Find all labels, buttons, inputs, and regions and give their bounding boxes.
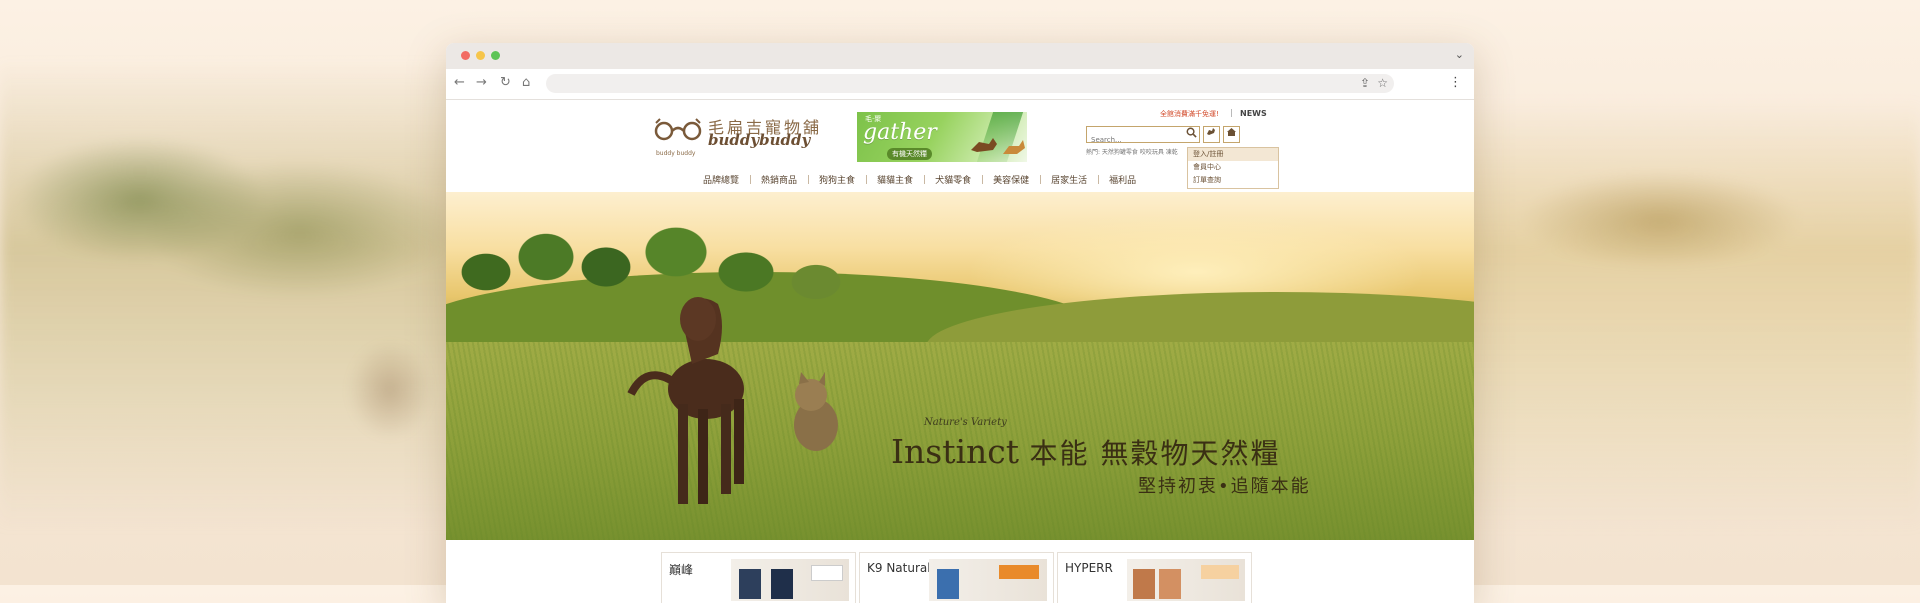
ziwi-logo-icon	[811, 565, 843, 581]
nav-item-snacks[interactable]: 犬貓零食	[924, 173, 982, 186]
back-icon[interactable]: ←	[454, 75, 465, 91]
brand-name: K9 Natural	[867, 561, 931, 575]
product-pack	[937, 569, 959, 599]
hero-headline: Instinct 本能 無穀物天然糧	[891, 432, 1280, 472]
maximize-window-button[interactable]	[491, 51, 500, 60]
house-icon[interactable]	[1223, 126, 1240, 143]
search-input[interactable]	[1087, 132, 1183, 148]
search-box	[1086, 126, 1200, 148]
member-dog-icon[interactable]	[1203, 126, 1220, 143]
product-pack	[771, 569, 793, 599]
banner-pill: 有機天然糧	[887, 148, 932, 160]
nav-item-home[interactable]: 居家生活	[1040, 173, 1098, 186]
forward-icon[interactable]: →	[476, 75, 487, 91]
hero-tagline: 堅持初衷•追隨本能	[1138, 476, 1311, 497]
hot-keywords[interactable]: 熱門: 天然狗罐零食 咬咬玩具 凍乾	[1086, 147, 1178, 156]
share-icon[interactable]: ⇪	[1360, 76, 1370, 90]
nav-item-outlet[interactable]: 福利品	[1098, 173, 1147, 186]
brand-product-image	[1127, 559, 1245, 601]
blurred-dog	[330, 320, 450, 460]
menu-item-login[interactable]: 登入/註冊	[1188, 148, 1278, 161]
chevron-down-icon[interactable]: ⌄	[1455, 48, 1464, 61]
nav-item-dog-food[interactable]: 狗狗主食	[808, 173, 866, 186]
close-window-button[interactable]	[461, 51, 470, 60]
site-header: 毛扁吉寵物舖 buddybuddy buddy buddy 毛·聚 gather…	[446, 100, 1474, 192]
logo-icon[interactable]	[652, 115, 704, 151]
hero-headline-english: Instinct	[891, 432, 1020, 471]
browser-menu-icon[interactable]: ⋮	[1449, 75, 1462, 90]
logo-english[interactable]: buddybuddy	[708, 131, 810, 149]
blurred-landscape-right	[1460, 100, 1920, 530]
title-bar: ⌄	[446, 43, 1474, 69]
brand-card[interactable]: K9 Natural	[859, 552, 1054, 603]
gather-banner[interactable]: 毛·聚 gather 有機天然糧	[857, 112, 1027, 162]
brand-card[interactable]: HYPERR	[1057, 552, 1252, 603]
brand-strip: 巔峰 K9 Natural HYPERR	[661, 552, 1252, 603]
address-bar[interactable]: ⇪ ☆	[546, 74, 1394, 93]
minimize-window-button[interactable]	[476, 51, 485, 60]
k9-logo-icon	[999, 565, 1039, 579]
nav-item-brands[interactable]: 品牌總覽	[692, 173, 750, 186]
brand-name: HYPERR	[1065, 561, 1113, 575]
dog-cat-illustration-icon	[971, 138, 1025, 154]
search-icon[interactable]	[1186, 127, 1197, 141]
account-dropdown: 登入/註冊 會員中心 訂單查詢	[1187, 147, 1279, 189]
logo-subtext: buddy buddy	[656, 150, 696, 157]
product-pack	[1159, 569, 1181, 599]
promo-text[interactable]: 全館消費滿千免運!	[1160, 109, 1219, 119]
banner-title: gather	[863, 120, 937, 145]
nav-item-cat-food[interactable]: 貓貓主食	[866, 173, 924, 186]
brand-product-image	[929, 559, 1047, 601]
browser-toolbar: ← → ↻ ⌂ ⇪ ☆ ⋮	[446, 69, 1474, 100]
product-pack	[739, 569, 761, 599]
header-separator: |	[1230, 108, 1233, 117]
hero-headline-chinese: 本能 無穀物天然糧	[1029, 437, 1281, 470]
product-pack	[1133, 569, 1155, 599]
hero-brand-logo: Nature's Variety	[924, 417, 1007, 428]
news-link[interactable]: NEWS	[1240, 109, 1267, 118]
home-icon[interactable]: ⌂	[522, 75, 530, 91]
nav-item-hot[interactable]: 熱銷商品	[750, 173, 808, 186]
reload-icon[interactable]: ↻	[500, 75, 511, 91]
bookmark-icon[interactable]: ☆	[1377, 76, 1388, 90]
hyperr-logo-icon	[1201, 565, 1239, 579]
web-page: 毛扁吉寵物舖 buddybuddy buddy buddy 毛·聚 gather…	[446, 100, 1474, 603]
cat-illustration	[794, 372, 838, 451]
hero-banner[interactable]: Nature's Variety Instinct 本能 無穀物天然糧 堅持初衷…	[446, 192, 1474, 540]
menu-item-member-center[interactable]: 會員中心	[1188, 161, 1278, 174]
nav-item-care[interactable]: 美容保健	[982, 173, 1040, 186]
brand-product-image	[731, 559, 849, 601]
dog-illustration	[627, 297, 744, 504]
brand-name: 巔峰	[669, 563, 694, 577]
brand-card[interactable]: 巔峰	[661, 552, 856, 603]
main-nav: 品牌總覽 熱銷商品 狗狗主食 貓貓主食 犬貓零食 美容保健 居家生活 福利品	[692, 169, 1147, 189]
menu-item-order-query[interactable]: 訂單查詢	[1188, 174, 1278, 187]
browser-window: ⌄ ← → ↻ ⌂ ⇪ ☆ ⋮ 毛扁吉寵物舖 buddybuddy buddy …	[446, 43, 1474, 603]
